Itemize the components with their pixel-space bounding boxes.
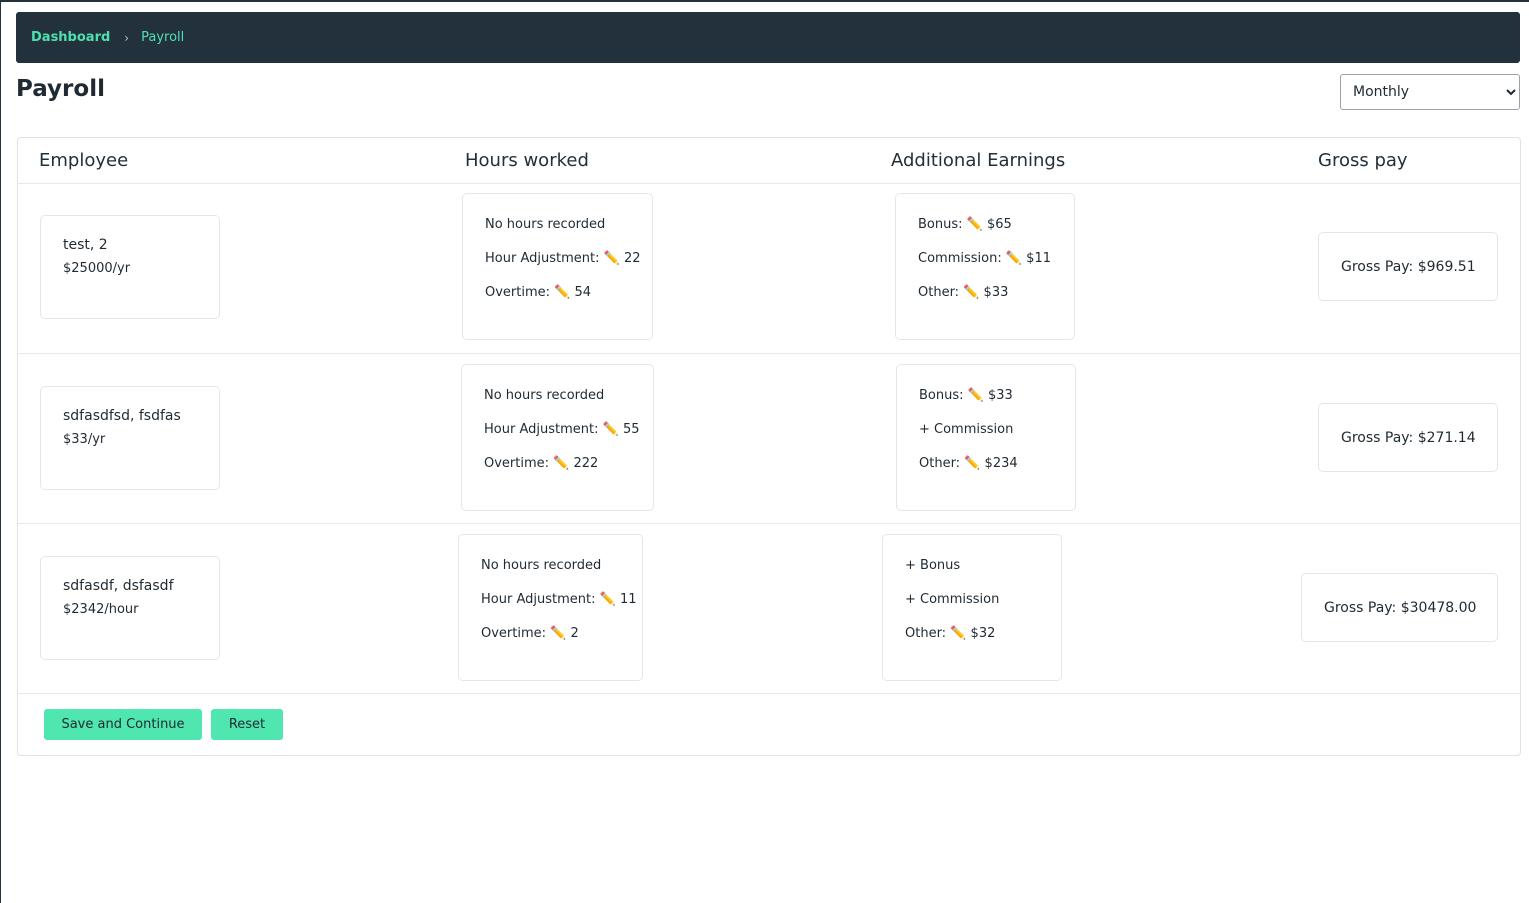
hour-adjustment-value: 11 [619,592,637,607]
pencil-icon[interactable]: ✏️ [964,456,980,471]
bonus-label: Bonus: [919,388,964,403]
header-gross-pay: Gross pay [1318,150,1408,171]
hours-card: No hours recorded Hour Adjustment: ✏️ 11… [458,534,643,681]
reset-button[interactable]: Reset [211,709,283,740]
commission: Commission: ✏️ $11 [918,250,1052,284]
other-label: Other: [905,626,947,641]
bonus: Bonus: ✏️ $33 [919,387,1053,421]
other-label: Other: [919,456,961,471]
employee-card: sdfasdfsd, fsdfas $33/yr [40,386,220,490]
table-row: test, 2 $25000/yr No hours recorded Hour… [18,184,1520,354]
hour-adjustment: Hour Adjustment: ✏️ 11 [481,591,636,625]
payroll-table: Employee Hours worked Additional Earning… [17,137,1521,756]
hour-adjustment-label: Hour Adjustment: [484,422,599,437]
overtime: Overtime: ✏️ 2 [481,625,620,659]
earnings-card: Bonus: ✏️ $65 Commission: ✏️ $11 Other: … [895,193,1075,340]
gross-pay-value: Gross Pay: $271.14 [1341,429,1476,446]
bonus: Bonus: ✏️ $65 [918,216,1052,250]
table-header: Employee Hours worked Additional Earning… [18,138,1520,184]
employee-rate: $33/yr [63,432,106,447]
hours-card: No hours recorded Hour Adjustment: ✏️ 55… [461,364,654,511]
hour-adjustment-label: Hour Adjustment: [481,592,596,607]
pencil-icon[interactable]: ✏️ [553,456,569,471]
page-title: Payroll [16,76,105,102]
pencil-icon[interactable]: ✏️ [1006,251,1022,266]
employee-rate: $25000/yr [63,261,131,276]
header-additional-earnings: Additional Earnings [891,150,1066,171]
table-row: sdfasdf, dsfasdf $2342/hour No hours rec… [18,524,1520,694]
other-value: $33 [983,285,1009,300]
hours-card: No hours recorded Hour Adjustment: ✏️ 22… [462,193,653,340]
gross-pay-card: Gross Pay: $271.14 [1318,403,1498,472]
header-employee: Employee [39,150,129,171]
add-commission-link[interactable]: + Commission [905,591,1039,625]
hours-status: No hours recorded [485,217,606,232]
overtime-label: Overtime: [485,285,551,300]
gross-pay-card: Gross Pay: $30478.00 [1301,573,1498,642]
earnings-card: + Bonus + Commission Other: ✏️ $32 [882,534,1062,681]
pencil-icon[interactable]: ✏️ [968,388,984,403]
hour-adjustment-value: 22 [623,251,641,266]
earnings-card: Bonus: ✏️ $33 + Commission Other: ✏️ $23… [896,364,1076,511]
employee-name: test, 2 [63,237,108,253]
pencil-icon[interactable]: ✏️ [967,217,983,232]
other: Other: ✏️ $33 [918,284,1052,318]
employee-card: sdfasdf, dsfasdf $2342/hour [40,556,220,660]
add-commission-link[interactable]: + Commission [919,421,1053,455]
table-row: sdfasdfsd, fsdfas $33/yr No hours record… [18,354,1520,524]
gross-pay-value: Gross Pay: $30478.00 [1324,599,1477,616]
employee-name: sdfasdfsd, fsdfas [63,408,181,424]
overtime: Overtime: ✏️ 222 [484,455,631,489]
commission-label: Commission: [918,251,1002,266]
other: Other: ✏️ $234 [919,455,1053,489]
pencil-icon[interactable]: ✏️ [554,285,570,300]
bonus-value: $33 [987,388,1013,403]
other: Other: ✏️ $32 [905,625,1039,659]
gross-pay-card: Gross Pay: $969.51 [1318,232,1498,301]
overtime-label: Overtime: [481,626,547,641]
employee-card: test, 2 $25000/yr [40,215,220,319]
pencil-icon[interactable]: ✏️ [550,626,566,641]
other-label: Other: [918,285,960,300]
employee-rate: $2342/hour [63,602,139,617]
bonus-value: $65 [986,217,1012,232]
chevron-right-icon: › [124,30,130,45]
gross-pay-value: Gross Pay: $969.51 [1341,258,1476,275]
pencil-icon[interactable]: ✏️ [604,251,620,266]
other-value: $234 [984,456,1018,471]
other-value: $32 [970,626,996,641]
add-bonus-link[interactable]: + Bonus [905,557,1039,591]
header-hours-worked: Hours worked [465,150,589,171]
overtime-value: 2 [570,626,579,641]
hour-adjustment-label: Hour Adjustment: [485,251,600,266]
breadcrumb-current: Payroll [141,30,185,45]
pencil-icon[interactable]: ✏️ [963,285,979,300]
overtime-label: Overtime: [484,456,550,471]
overtime-value: 222 [573,456,599,471]
commission-value: $11 [1026,251,1051,266]
hour-adjustment: Hour Adjustment: ✏️ 22 [485,250,640,284]
hours-status: No hours recorded [481,558,602,573]
pencil-icon[interactable]: ✏️ [950,626,966,641]
pay-period-select[interactable]: Monthly [1340,74,1520,110]
employee-name: sdfasdf, dsfasdf [63,578,174,594]
breadcrumb-dashboard-link[interactable]: Dashboard [31,30,110,45]
breadcrumb: Dashboard › Payroll [16,12,1520,63]
save-and-continue-button[interactable]: Save and Continue [44,709,202,740]
overtime: Overtime: ✏️ 54 [485,284,630,318]
pencil-icon[interactable]: ✏️ [600,592,616,607]
overtime-value: 54 [574,285,592,300]
hours-status: No hours recorded [484,388,605,403]
pencil-icon[interactable]: ✏️ [603,422,619,437]
hour-adjustment: Hour Adjustment: ✏️ 55 [484,421,639,455]
hour-adjustment-value: 55 [622,422,640,437]
bonus-label: Bonus: [918,217,963,232]
